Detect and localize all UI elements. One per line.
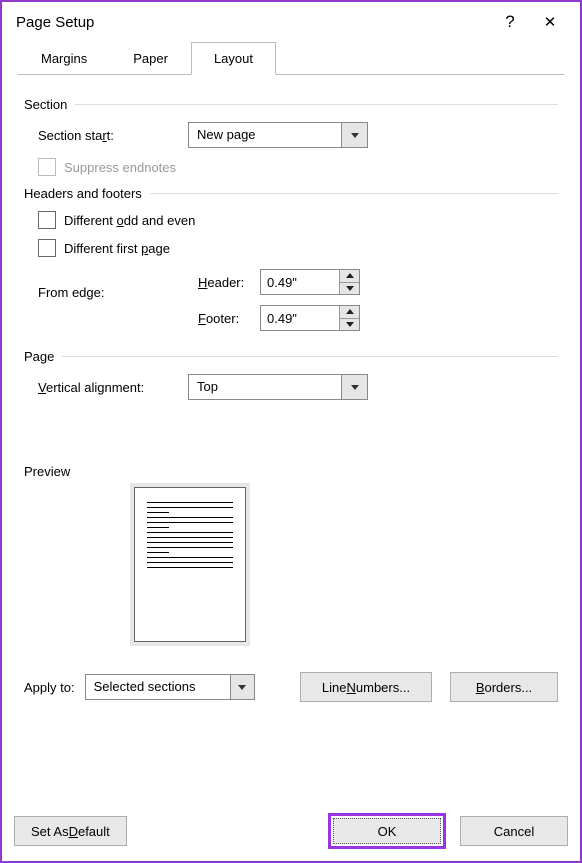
vertical-alignment-label: Vertical alignment: (38, 380, 188, 395)
preview-label: Preview (24, 464, 78, 479)
dialog-title: Page Setup (12, 14, 490, 31)
ok-button[interactable]: OK (333, 818, 441, 844)
ok-highlight: OK (328, 813, 446, 849)
chevron-down-icon (341, 375, 367, 399)
vertical-alignment-row: Vertical alignment: Top (24, 374, 558, 400)
spin-down-icon[interactable] (340, 319, 359, 331)
preview-thumbnail (134, 487, 246, 642)
spin-down-icon[interactable] (340, 283, 359, 295)
help-button[interactable]: ? (490, 12, 530, 32)
spin-up-icon[interactable] (340, 270, 359, 283)
divider (75, 104, 558, 105)
page-group-header: Page (24, 349, 558, 364)
checkbox-box (38, 239, 56, 257)
apply-to-value: Selected sections (86, 675, 230, 699)
set-as-default-button[interactable]: Set As Default (14, 816, 127, 846)
spinner-buttons[interactable] (339, 270, 359, 294)
header-spinner[interactable] (260, 269, 360, 295)
apply-to-label: Apply to: (24, 680, 75, 695)
spin-up-icon[interactable] (340, 306, 359, 319)
different-first-page-checkbox[interactable]: Different first page (38, 239, 558, 257)
vertical-alignment-value: Top (189, 375, 341, 399)
section-start-row: Section start: New page (24, 122, 558, 148)
cancel-button[interactable]: Cancel (460, 816, 568, 846)
footer-spinner[interactable] (260, 305, 360, 331)
header-label: Header: (198, 275, 260, 290)
from-edge-row: From edge: Header: Footer: (24, 267, 558, 339)
header-input[interactable] (261, 270, 339, 294)
vertical-alignment-select[interactable]: Top (188, 374, 368, 400)
tab-paper[interactable]: Paper (110, 42, 191, 75)
tab-margins[interactable]: Margins (18, 42, 110, 75)
layout-panel: Section Section start: New page Suppress… (2, 75, 580, 664)
from-edge-label: From edge: (38, 267, 198, 300)
chevron-down-icon (341, 123, 367, 147)
divider (150, 193, 558, 194)
checkbox-box (38, 158, 56, 176)
section-start-label: Section start: (38, 128, 188, 143)
section-group-header: Section (24, 97, 558, 112)
apply-to-select[interactable]: Selected sections (85, 674, 255, 700)
spinner-buttons[interactable] (339, 306, 359, 330)
different-odd-even-checkbox[interactable]: Different odd and even (38, 211, 558, 229)
suppress-endnotes-checkbox: Suppress endnotes (38, 158, 558, 176)
titlebar: Page Setup ? ✕ (2, 2, 580, 42)
line-numbers-button[interactable]: Line Numbers... (300, 672, 432, 702)
preview-group-header: Preview (24, 464, 558, 479)
close-button[interactable]: ✕ (530, 13, 570, 31)
section-start-value: New page (189, 123, 341, 147)
headers-footers-group-header: Headers and footers (24, 186, 558, 201)
footer-label: Footer: (198, 311, 260, 326)
headers-footers-label: Headers and footers (24, 186, 150, 201)
section-label: Section (24, 97, 75, 112)
tab-layout[interactable]: Layout (191, 42, 276, 75)
footer-input[interactable] (261, 306, 339, 330)
different-first-page-label: Different first page (64, 241, 170, 256)
page-label: Page (24, 349, 62, 364)
dialog-buttons: Set As Default OK Cancel (4, 801, 578, 859)
chevron-down-icon (230, 675, 254, 699)
checkbox-box (38, 211, 56, 229)
apply-row: Apply to: Selected sections Line Numbers… (2, 664, 580, 710)
suppress-endnotes-label: Suppress endnotes (64, 160, 176, 175)
different-odd-even-label: Different odd and even (64, 213, 195, 228)
tabstrip: Margins Paper Layout (18, 42, 564, 75)
section-start-select[interactable]: New page (188, 122, 368, 148)
from-edge-fields: Header: Footer: (198, 267, 360, 339)
borders-button[interactable]: Borders... (450, 672, 558, 702)
divider (62, 356, 558, 357)
